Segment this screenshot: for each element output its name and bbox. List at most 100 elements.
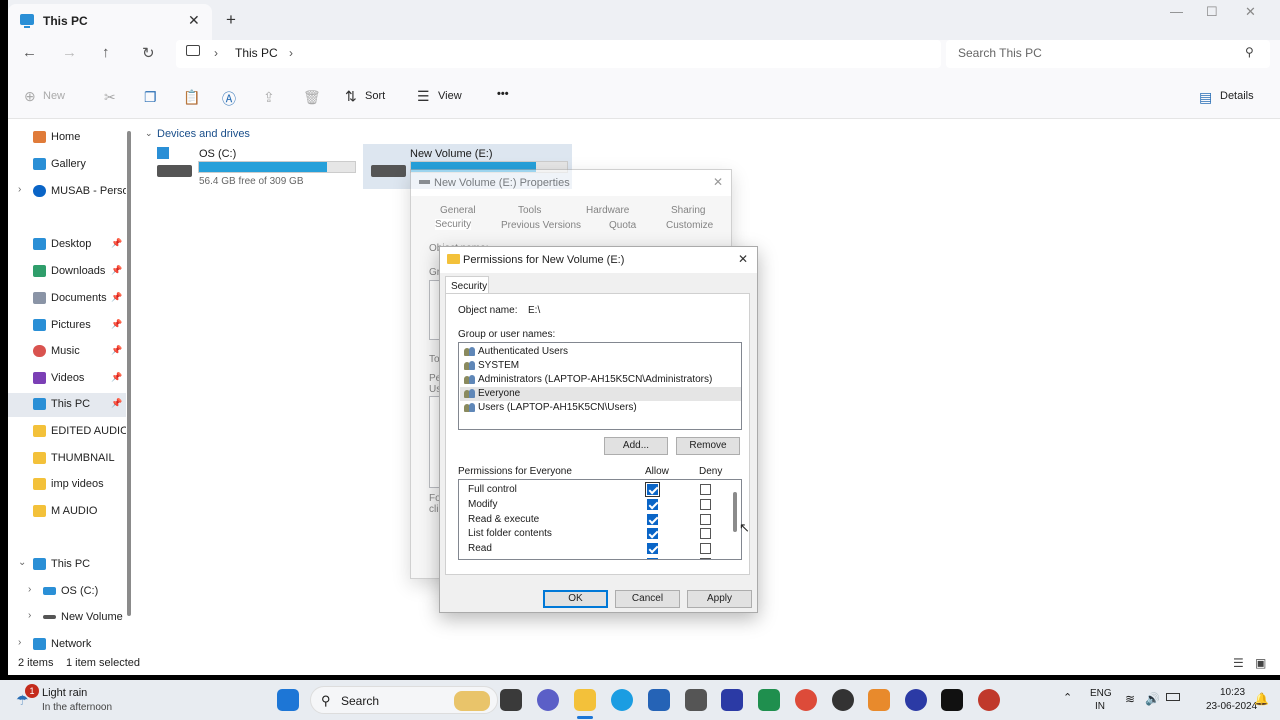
sidebar-item-home[interactable]: Home [8,126,126,150]
app-icon[interactable] [685,689,707,711]
sidebar-item-thumbnail[interactable]: THUMBNAIL [8,447,126,471]
drive-os-c[interactable]: OS (C:) 56.4 GB free of 309 GB [154,145,364,189]
clock-date[interactable]: 23-06-2024 [1206,701,1257,712]
rename-icon[interactable]: Ⓐ [222,89,236,109]
remove-button[interactable]: Remove [676,437,740,455]
allow-checkbox[interactable] [647,558,658,559]
deny-checkbox[interactable] [700,528,711,539]
cancel-button[interactable]: Cancel [615,590,680,608]
deny-checkbox[interactable] [700,514,711,525]
notification-bell-icon[interactable]: 🔔 [1254,692,1269,706]
details-view-icon[interactable]: ☰ [1233,656,1244,670]
chevron-right-icon[interactable]: › [28,584,31,595]
deny-checkbox[interactable] [700,499,711,510]
chat-icon[interactable] [537,689,559,711]
chevron-down-icon[interactable]: ⌄ [145,128,153,139]
sidebar-item-this-pc[interactable]: ⌄ This PC [8,553,126,577]
maximize-button[interactable]: ☐ [1206,4,1218,20]
sidebar-item-os-c[interactable]: › OS (C:) [18,580,136,604]
microphone-icon[interactable] [868,689,890,711]
taskbar-search[interactable]: ⚲ Search [310,686,498,714]
excel-icon[interactable] [758,689,780,711]
more-options-button[interactable]: ••• [497,88,509,100]
sort-button[interactable]: Sort [365,90,385,102]
capcut-icon[interactable] [941,689,963,711]
sidebar-item-pictures[interactable]: Pictures 📌 [8,314,126,338]
chevron-right-icon[interactable]: › [18,637,21,648]
store-icon[interactable] [648,689,670,711]
chrome-icon[interactable] [795,689,817,711]
volume-icon[interactable]: 🔊 [1145,692,1160,706]
sort-icon[interactable]: ⇅ [345,88,357,105]
sidebar-item-downloads[interactable]: Downloads 📌 [8,260,126,284]
sidebar-item-desktop[interactable]: Desktop 📌 [8,233,126,257]
apply-button[interactable]: Apply [687,590,752,608]
weather-widget[interactable]: ☂ 1 Light rain In the afternoon [12,684,122,716]
allow-checkbox[interactable] [647,499,658,510]
tab-security[interactable]: Security [445,276,489,294]
cut-icon[interactable]: ✂ [104,89,116,106]
sidebar-item-imp-videos[interactable]: imp videos [8,473,126,497]
allow-checkbox[interactable] [647,484,658,495]
wifi-icon[interactable]: ≋ [1125,692,1135,706]
breadcrumb-chevron-icon[interactable]: › [289,46,293,60]
list-item[interactable]: Authenticated Users [462,345,732,359]
refresh-icon[interactable]: ↻ [142,44,155,62]
share-icon[interactable]: ⇪ [263,89,275,106]
details-pane-icon[interactable]: ▤ [1199,89,1212,106]
deny-checkbox[interactable] [700,543,711,554]
tab-sharing[interactable]: Sharing [671,205,705,216]
tab-close-icon[interactable]: ✕ [188,12,200,29]
section-devices-and-drives[interactable]: Devices and drives [157,128,250,140]
chevron-right-icon[interactable]: › [28,610,31,621]
list-item-selected[interactable]: Everyone [460,387,741,401]
sidebar-item-music[interactable]: Music 📌 [8,340,126,364]
paste-icon[interactable]: 📋 [183,89,200,106]
sidebar-item-network[interactable]: › Network [8,633,126,657]
close-icon[interactable]: ✕ [713,175,723,189]
tab-previous-versions[interactable]: Previous Versions [501,220,581,231]
list-item[interactable]: Administrators (LAPTOP-AH15K5CN\Administ… [462,373,732,387]
forward-arrow-icon[interactable]: → [62,44,77,61]
task-view-icon[interactable] [500,689,522,711]
file-explorer-icon[interactable] [574,689,596,711]
ok-button[interactable]: OK [543,590,608,608]
copy-icon[interactable]: ❐ [144,89,157,106]
add-button[interactable]: Add... [604,437,668,455]
address-bar[interactable]: › This PC › [176,40,941,68]
breadcrumb-this-pc[interactable]: This PC [235,46,278,60]
view-icon[interactable]: ☰ [417,88,430,105]
tab-this-pc[interactable]: This PC ✕ [8,4,212,40]
back-arrow-icon[interactable]: ← [22,44,37,61]
sidebar-item-gallery[interactable]: Gallery [8,153,126,177]
new-button[interactable]: New [43,90,65,102]
start-windows-icon[interactable] [277,689,299,711]
list-item[interactable]: Users (LAPTOP-AH15K5CN\Users) [462,401,732,415]
app-icon[interactable] [978,689,1000,711]
chevron-down-icon[interactable]: ⌄ [18,557,26,568]
deny-checkbox[interactable] [700,558,711,559]
chevron-up-icon[interactable]: ⌃ [1063,691,1072,704]
sidebar-item-onedrive[interactable]: ›MUSAB - Person [8,180,126,204]
close-window-button[interactable]: ✕ [1245,4,1256,20]
app-icon[interactable] [721,689,743,711]
up-arrow-icon[interactable]: ↑ [102,44,110,61]
sidebar-item-m-audio[interactable]: M AUDIO [8,500,126,524]
new-plus-icon[interactable]: ⊕ [24,88,36,105]
sidebar-item-this-pc-pinned[interactable]: This PC 📌 [8,393,126,417]
app-icon[interactable] [832,689,854,711]
delete-icon[interactable]: 🗑 [303,89,321,106]
close-icon[interactable]: ✕ [738,252,748,266]
new-tab-button[interactable]: + [226,10,236,30]
tab-customize[interactable]: Customize [666,220,713,231]
minimize-button[interactable]: — [1170,4,1183,19]
language-top[interactable]: ENG [1090,688,1112,699]
edge-icon[interactable] [611,689,633,711]
headphones-icon[interactable] [905,689,927,711]
tab-security[interactable]: Security [435,219,472,230]
view-button[interactable]: View [438,90,462,102]
sidebar-item-videos[interactable]: Videos 📌 [8,367,126,391]
allow-checkbox[interactable] [647,514,658,525]
battery-icon[interactable] [1166,693,1180,701]
sidebar-item-new-volume[interactable]: › New Volume (I [18,606,126,630]
